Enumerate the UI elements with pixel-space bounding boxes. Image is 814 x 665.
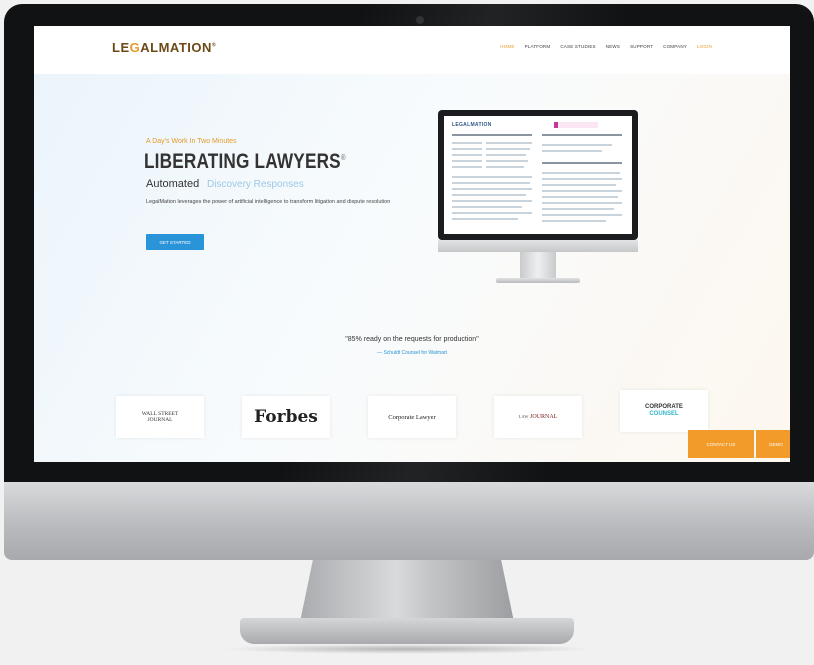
monitor-stand-neck — [300, 560, 514, 622]
wsj-line-2: JOURNAL — [147, 417, 173, 423]
hero-title-text: LIBERATING LAWYERS — [144, 150, 341, 173]
get-started-button[interactable]: GET STARTED — [146, 234, 204, 250]
preview-line — [486, 148, 530, 150]
preview-line — [452, 142, 482, 144]
corporate-counsel-line-1: CORPORATE — [645, 404, 683, 410]
preview-line — [542, 184, 616, 186]
nav-item-home[interactable]: HOME — [500, 44, 514, 49]
press-logo-corporate-lawyer[interactable]: Corporate Lawyer — [368, 396, 456, 438]
preview-line — [452, 154, 482, 156]
law-journal-name: JOURNAL — [530, 414, 558, 420]
preview-line — [542, 208, 614, 210]
hero-title: LIBERATING LAWYERS® — [144, 150, 346, 174]
hero-title-mark: ® — [340, 153, 346, 162]
testimonial-author[interactable]: — Schuldt Counsel for Walmart — [34, 350, 790, 356]
nav-item-support[interactable]: SUPPORT — [630, 44, 653, 49]
preview-line — [452, 200, 532, 202]
logo-accent: G — [129, 40, 141, 55]
preview-line — [452, 148, 482, 150]
screen: LEGALMATION® HOME PLATFORM CASE STUDIES … — [34, 26, 790, 462]
press-logo-corporate-counsel[interactable]: CORPORATE COUNSEL — [620, 390, 708, 432]
preview-line — [542, 178, 622, 180]
press-logo-wsj[interactable]: WALL STREET JOURNAL — [116, 396, 204, 438]
nav-item-login[interactable]: LOGIN — [697, 44, 712, 49]
demo-button[interactable]: DEMO — [756, 430, 790, 458]
press-logo-law-journal[interactable]: LAW JOURNAL — [494, 396, 582, 438]
product-preview-chin — [438, 240, 638, 252]
press-logo-forbes[interactable]: Forbes — [242, 396, 330, 438]
preview-line — [452, 134, 532, 136]
preview-line — [486, 154, 526, 156]
preview-line — [542, 220, 606, 222]
monitor-stand-shadow — [220, 644, 594, 654]
corporate-lawyer-wordmark: Corporate Lawyer — [388, 413, 436, 421]
monitor-stand-base — [240, 618, 574, 644]
preview-line — [452, 188, 532, 190]
product-preview-base — [496, 278, 580, 283]
camera-dot — [416, 16, 424, 24]
preview-line — [452, 194, 526, 196]
product-preview-screen: LEGALMATION — [444, 116, 632, 234]
preview-line — [452, 176, 532, 178]
product-preview-stand — [520, 252, 556, 278]
preview-line — [486, 142, 532, 144]
preview-line — [486, 166, 524, 168]
product-preview-monitor: LEGALMATION — [438, 110, 638, 240]
logo-suffix: ALMATION — [140, 40, 212, 55]
preview-line — [486, 160, 528, 162]
preview-line — [452, 166, 482, 168]
hero-subtitle-suffix: Discovery Responses — [207, 179, 304, 190]
preview-line — [542, 150, 602, 152]
preview-line — [452, 182, 530, 184]
nav-item-platform[interactable]: PLATFORM — [525, 44, 551, 49]
preview-line — [542, 172, 620, 174]
site-logo[interactable]: LEGALMATION® — [112, 40, 216, 55]
preview-line — [542, 134, 622, 136]
preview-line — [452, 218, 518, 220]
nav-item-news[interactable]: NEWS — [606, 44, 620, 49]
forbes-wordmark: Forbes — [254, 407, 318, 427]
preview-line — [542, 196, 618, 198]
preview-line — [452, 160, 482, 162]
preview-line — [542, 190, 622, 192]
site-header: LEGALMATION® HOME PLATFORM CASE STUDIES … — [34, 26, 790, 74]
hero-subtitle-prefix: Automated — [146, 178, 200, 190]
preview-line — [542, 144, 612, 146]
nav-item-company[interactable]: COMPANY — [663, 44, 687, 49]
testimonial-quote: "85% ready on the requests for productio… — [345, 336, 479, 343]
nav-item-case-studies[interactable]: CASE STUDIES — [560, 44, 595, 49]
logo-prefix: LE — [112, 40, 130, 55]
law-journal-wordmark: LAW JOURNAL — [519, 414, 558, 420]
preview-line — [452, 206, 522, 208]
logo-mark: ® — [211, 42, 217, 49]
hero-tagline: A Day's Work In Two Minutes — [146, 138, 237, 145]
main-nav: HOME PLATFORM CASE STUDIES NEWS SUPPORT … — [500, 44, 712, 49]
preview-tab — [554, 122, 598, 128]
hero-description: LegalMation leverages the power of artif… — [146, 199, 391, 205]
preview-line — [542, 202, 622, 204]
preview-line — [452, 212, 532, 214]
corporate-counsel-line-2: COUNSEL — [649, 411, 679, 417]
law-journal-prefix: LAW — [518, 414, 529, 419]
preview-line — [542, 162, 622, 164]
contact-us-button[interactable]: CONTACT US — [688, 430, 754, 458]
preview-line — [542, 214, 622, 216]
preview-logo: LEGALMATION — [452, 122, 492, 128]
monitor-chin — [4, 482, 814, 560]
